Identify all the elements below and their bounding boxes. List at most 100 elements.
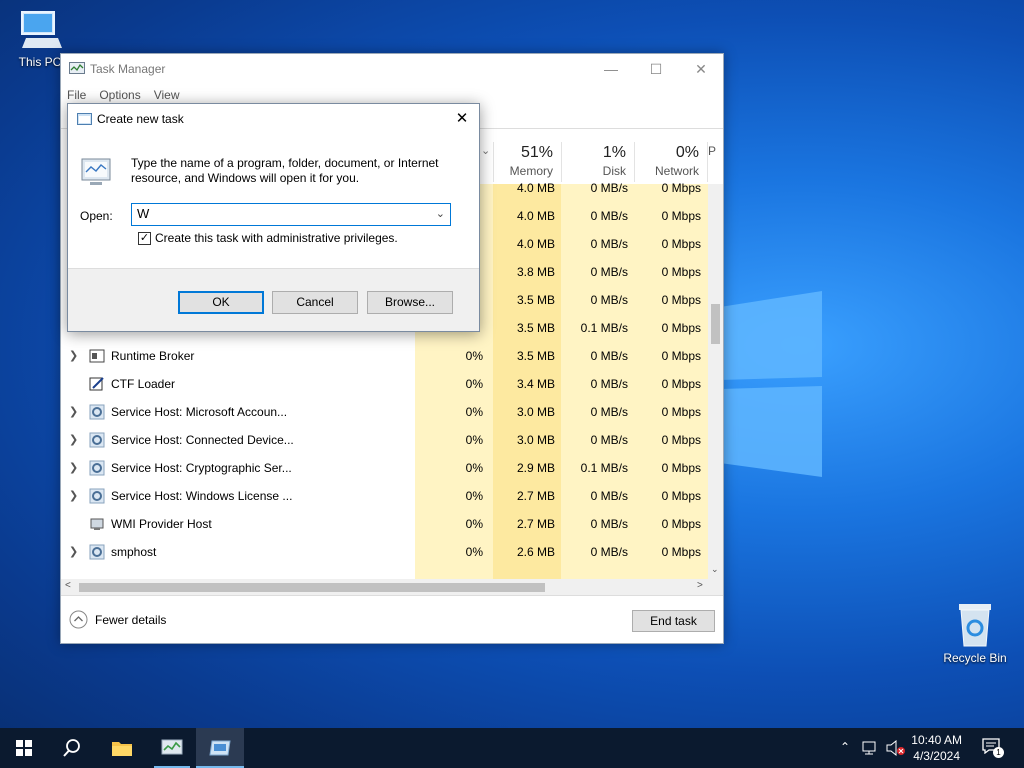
expand-chevron-icon[interactable]: ❯ <box>69 461 78 474</box>
memory-cell: 2.7 MB <box>516 517 555 531</box>
recycle-bin-desktop-icon[interactable]: Recycle Bin <box>940 600 1010 665</box>
task-manager-taskbar-button[interactable] <box>148 728 196 768</box>
maximize-button[interactable]: ☐ <box>639 58 673 80</box>
scroll-left-arrow-icon[interactable]: < <box>65 580 71 591</box>
action-center-button[interactable]: 1 <box>982 738 1004 758</box>
chevron-up-icon[interactable]: ⌃ <box>840 740 850 754</box>
expand-chevron-icon[interactable]: ❯ <box>69 349 78 362</box>
expand-chevron-icon[interactable]: ❯ <box>69 433 78 446</box>
scroll-down-arrow-icon[interactable]: ⌄ <box>711 564 719 575</box>
network-cell: 0 Mbps <box>661 405 701 419</box>
notification-count-badge: 1 <box>993 747 1004 758</box>
network-cell: 0 Mbps <box>661 433 701 447</box>
table-row[interactable]: ❯ Service Host: Connected Device... 0% 3.0 … <box>61 426 708 454</box>
vertical-scrollbar[interactable]: ⌄ <box>708 184 723 579</box>
cancel-button[interactable]: Cancel <box>272 291 358 314</box>
process-name: Service Host: Cryptographic Ser... <box>111 461 292 475</box>
program-icon <box>81 158 111 185</box>
memory-percent: 51% <box>520 144 553 161</box>
checkbox-check-icon[interactable]: ✓ <box>138 231 151 245</box>
browse-button[interactable]: Browse... <box>367 291 453 314</box>
cpu-cell: 0% <box>465 349 483 363</box>
dialog-description: Type the name of a program, folder, docu… <box>131 156 439 185</box>
recycle-bin-icon <box>959 604 991 647</box>
memory-cell: 3.5 MB <box>516 349 555 363</box>
gear-icon <box>89 432 105 448</box>
dialog-title: Create new task <box>97 112 184 126</box>
disk-cell: 0 MB/s <box>590 265 628 279</box>
table-row[interactable]: ❯ Service Host: Windows License ... 0% 2.7 … <box>61 482 708 510</box>
network-cell: 0 Mbps <box>661 517 701 531</box>
memory-cell: 2.7 MB <box>516 489 555 503</box>
dialog-close-button[interactable]: ✕ <box>451 108 473 130</box>
table-row[interactable]: ❯ smphost 0% 2.6 MB 0 MB/s 0 Mbps <box>61 538 708 566</box>
memory-cell: 2.9 MB <box>516 461 555 475</box>
process-name: smphost <box>111 545 157 559</box>
memory-cell: 3.8 MB <box>516 265 555 279</box>
disk-cell: 0.1 MB/s <box>580 321 628 335</box>
open-combobox[interactable]: ⌄ <box>131 203 451 226</box>
table-row[interactable]: CTF Loader 0% 3.4 MB 0 MB/s 0 Mbps <box>61 370 708 398</box>
end-task-button[interactable]: End task <box>632 610 715 632</box>
scroll-right-arrow-icon[interactable]: > <box>697 580 703 591</box>
network-icon[interactable] <box>862 741 880 755</box>
network-cell: 0 Mbps <box>661 489 701 503</box>
process-name: Service Host: Connected Device... <box>111 433 294 447</box>
expand-chevron-icon[interactable]: ❯ <box>69 405 78 418</box>
run-dialog-taskbar-button[interactable] <box>196 728 244 768</box>
footer: Fewer details End task <box>61 595 723 643</box>
table-row[interactable]: WMI Provider Host 0% 2.7 MB 0 MB/s 0 Mbps <box>61 510 708 538</box>
disk-percent: 1% <box>602 144 626 161</box>
wmi-icon <box>89 516 105 532</box>
chevron-down-icon[interactable]: ⌄ <box>436 207 445 220</box>
open-input[interactable] <box>132 204 422 223</box>
disk-cell: 0 MB/s <box>590 181 628 195</box>
table-row[interactable]: ❯ Service Host: Cryptographic Ser... 0% 2.9… <box>61 454 708 482</box>
fewer-details-link[interactable]: Fewer details <box>69 610 166 629</box>
cpu-cell: 0% <box>465 405 483 419</box>
window-title: Task Manager <box>90 62 166 76</box>
table-row[interactable]: ❯ Runtime Broker 0% 3.5 MB 0 MB/s 0 Mbps <box>61 342 708 370</box>
cpu-cell: 0% <box>465 517 483 531</box>
network-cell: 0 Mbps <box>661 293 701 307</box>
admin-privileges-checkbox[interactable]: ✓ Create this task with administrative p… <box>138 231 398 245</box>
horizontal-scrollbar[interactable]: < > <box>61 579 723 595</box>
expand-chevron-icon[interactable]: ❯ <box>69 489 78 502</box>
process-name: Service Host: Windows License ... <box>111 489 293 503</box>
column-power[interactable]: P <box>707 142 723 182</box>
network-percent: 0% <box>675 144 699 161</box>
cpu-cell: 0% <box>465 545 483 559</box>
computer-icon <box>21 11 62 48</box>
gear-icon <box>89 544 105 560</box>
process-name: Service Host: Microsoft Accoun... <box>111 405 288 419</box>
minimize-button[interactable]: — <box>594 58 628 80</box>
memory-cell: 3.0 MB <box>516 433 555 447</box>
volume-muted-icon[interactable] <box>886 740 906 756</box>
memory-cell: 4.0 MB <box>516 209 555 223</box>
cpu-cell: 0% <box>465 461 483 475</box>
clock-date: 4/3/2024 <box>913 749 960 763</box>
dialog-button-bar: OK Cancel Browse... <box>68 268 479 331</box>
process-name: Runtime Broker <box>111 349 195 363</box>
table-row[interactable]: ❯ Service Host: Microsoft Accoun... 0% 3.0 … <box>61 398 708 426</box>
search-button[interactable] <box>48 728 96 768</box>
run-icon <box>209 740 231 756</box>
fewer-details-label: Fewer details <box>95 612 167 627</box>
memory-cell: 2.6 MB <box>516 545 555 559</box>
file-explorer-taskbar-button[interactable] <box>98 728 146 768</box>
title-bar[interactable]: Task Manager — ☐ ✕ <box>61 54 723 84</box>
recycle-bin-label: Recycle Bin <box>943 651 1007 665</box>
open-label: Open: <box>80 209 113 223</box>
task-manager-icon <box>69 62 85 74</box>
vertical-scroll-thumb[interactable] <box>711 304 720 344</box>
disk-cell: 0 MB/s <box>590 545 628 559</box>
close-button[interactable]: ✕ <box>684 58 718 80</box>
start-button[interactable] <box>0 728 48 768</box>
expand-chevron-icon[interactable]: ❯ <box>69 545 78 558</box>
system-clock[interactable]: 10:40 AM 4/3/2024 <box>911 732 962 764</box>
process-name: CTF Loader <box>111 377 176 391</box>
ok-button[interactable]: OK <box>178 291 264 314</box>
horizontal-scroll-thumb[interactable] <box>79 583 545 592</box>
network-cell: 0 Mbps <box>661 321 701 335</box>
cpu-cell: 0% <box>465 489 483 503</box>
